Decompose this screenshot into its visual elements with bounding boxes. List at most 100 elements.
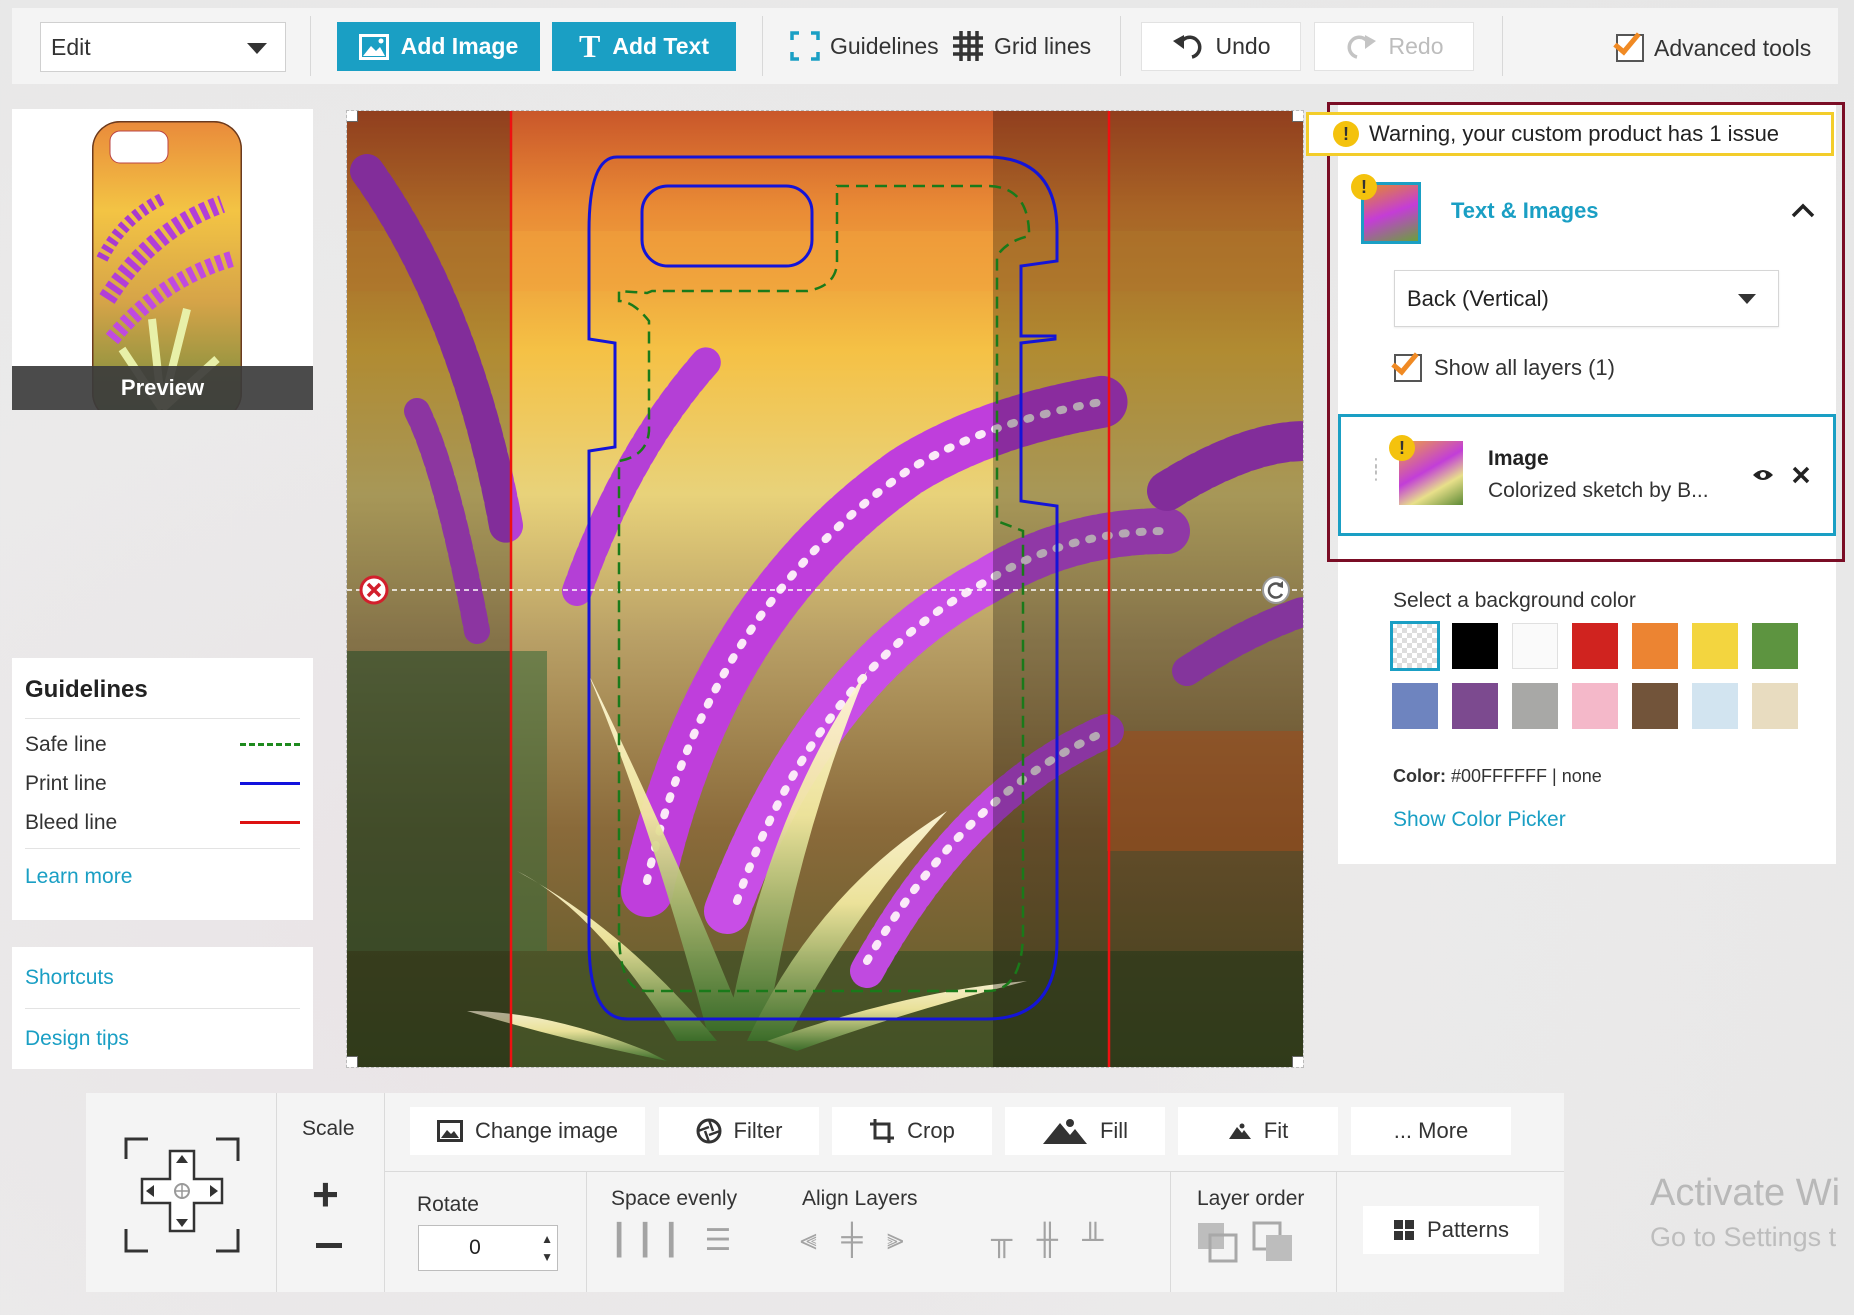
resize-handle[interactable]: [347, 111, 358, 122]
delete-layer-icon[interactable]: [359, 575, 389, 605]
show-all-layers-checkbox[interactable]: Show all layers (1): [1391, 346, 1615, 382]
design-tips-link[interactable]: Design tips: [25, 1027, 129, 1051]
rotate-label: Rotate: [417, 1193, 479, 1216]
preview-label: Preview: [12, 366, 313, 410]
rotate-input[interactable]: 0 ▲ ▼: [418, 1225, 558, 1271]
remove-layer-icon[interactable]: [1792, 466, 1810, 484]
layer-subtitle: Colorized sketch by B...: [1488, 479, 1709, 502]
color-swatch[interactable]: [1692, 683, 1738, 729]
windows-activation-watermark: Activate Wi: [1650, 1172, 1841, 1214]
undo-button[interactable]: Undo: [1141, 22, 1301, 71]
fit-button[interactable]: Fit: [1178, 1107, 1338, 1155]
color-swatch[interactable]: [1752, 683, 1798, 729]
layer-title: Image: [1488, 447, 1549, 470]
show-color-picker-link[interactable]: Show Color Picker: [1393, 808, 1566, 832]
grid-lines-toggle[interactable]: Grid lines: [952, 26, 1091, 66]
color-swatch[interactable]: [1392, 683, 1438, 729]
layer-item-image[interactable]: ⋮ ⋮ ! Image Colorized sketch by B...: [1338, 414, 1836, 536]
crop-label: Crop: [907, 1118, 955, 1143]
add-text-button[interactable]: T Add Text: [552, 22, 736, 71]
align-vertical-icons[interactable]: ╥ ╫ ╨: [991, 1223, 1111, 1257]
guidelines-toggle[interactable]: Guidelines: [790, 26, 939, 66]
image-icon: [436, 1120, 463, 1142]
learn-more-link[interactable]: Learn more: [25, 865, 132, 889]
background-swatches: [1390, 621, 1842, 733]
show-all-layers-label: Show all layers (1): [1434, 355, 1615, 380]
add-image-button[interactable]: Add Image: [337, 22, 540, 71]
resize-handle[interactable]: [347, 1056, 358, 1067]
crop-button[interactable]: Crop: [832, 1107, 992, 1155]
filter-label: Filter: [733, 1118, 783, 1143]
color-swatch[interactable]: [1452, 623, 1498, 669]
change-image-button[interactable]: Change image: [410, 1107, 645, 1155]
fill-button[interactable]: Fill: [1005, 1107, 1165, 1155]
color-swatch[interactable]: [1632, 623, 1678, 669]
grid-squares-icon: [1394, 1220, 1415, 1240]
legend-bleed-line: Bleed line: [25, 803, 300, 842]
color-swatch[interactable]: [1692, 623, 1738, 669]
distribute-icons[interactable]: ┃┃┃ ☰: [610, 1223, 739, 1258]
toolbar-divider: [1120, 16, 1121, 76]
crop-icon: [870, 1119, 895, 1143]
background-color-label: Select a background color: [1393, 589, 1636, 612]
divider: [384, 1171, 1564, 1172]
bring-forward-icon[interactable]: [1252, 1221, 1294, 1263]
drag-handle-icon[interactable]: ⋮ ⋮: [1367, 456, 1385, 482]
design-canvas[interactable]: [346, 110, 1304, 1068]
resize-handle[interactable]: [1292, 111, 1303, 122]
scale-up-icon[interactable]: +: [312, 1167, 339, 1221]
redo-button[interactable]: Redo: [1314, 22, 1474, 71]
text-images-section-header[interactable]: ! Text & Images: [1351, 174, 1854, 246]
divider: [1336, 1171, 1337, 1292]
chevron-down-icon: [1738, 294, 1756, 304]
divider: [276, 1093, 277, 1292]
preview-thumbnail[interactable]: Preview: [12, 109, 313, 410]
grid-icon: [953, 31, 983, 61]
legend-label: Bleed line: [25, 810, 118, 834]
chevron-up-icon[interactable]: [1791, 202, 1815, 218]
side-select[interactable]: Back (Vertical): [1394, 270, 1779, 327]
toolbar-divider: [310, 16, 311, 76]
warning-icon: !: [1351, 174, 1377, 200]
fit-label: Fit: [1263, 1118, 1289, 1143]
space-evenly-label: Space evenly: [611, 1187, 738, 1210]
align-horizontal-icons[interactable]: ⫷ ╪ ⫸: [800, 1223, 912, 1257]
image-icon: [358, 33, 389, 60]
patterns-button[interactable]: Patterns: [1363, 1206, 1539, 1254]
layer-order-label: Layer order: [1197, 1187, 1305, 1210]
warning-text: Warning, your custom product has 1 issue: [1369, 121, 1780, 146]
add-text-label: Add Text: [612, 33, 710, 59]
chevron-down-icon: [247, 43, 267, 54]
rotate-handle-icon[interactable]: [1261, 575, 1291, 605]
filter-button[interactable]: Filter: [659, 1107, 819, 1155]
send-backward-icon[interactable]: [1196, 1221, 1238, 1263]
color-swatch[interactable]: [1572, 623, 1618, 669]
resize-handle[interactable]: [1292, 1056, 1303, 1067]
legend-label: Safe line: [25, 732, 107, 756]
stepper-icon[interactable]: ▲ ▼: [541, 1230, 553, 1266]
advanced-tools-checkbox[interactable]: Advanced tools: [1613, 26, 1811, 68]
color-swatch[interactable]: [1572, 683, 1618, 729]
rotate-value: 0: [469, 1236, 481, 1259]
color-swatch[interactable]: [1390, 621, 1440, 671]
undo-icon: [1172, 34, 1201, 59]
mode-select[interactable]: Edit: [40, 22, 286, 72]
eye-icon[interactable]: [1752, 467, 1774, 483]
toolbar-divider: [1502, 16, 1503, 76]
guidelines-label: Guidelines: [830, 32, 939, 59]
color-swatch[interactable]: [1752, 623, 1798, 669]
color-swatch[interactable]: [1512, 683, 1558, 729]
more-button[interactable]: ... More: [1351, 1107, 1511, 1155]
guidelines-legend: Guidelines Safe line Print line Bleed li…: [12, 658, 313, 920]
color-swatch[interactable]: [1512, 623, 1558, 669]
color-swatch[interactable]: [1632, 683, 1678, 729]
mountain-icon: [1042, 1119, 1087, 1144]
shortcuts-link[interactable]: Shortcuts: [25, 966, 114, 990]
grid-lines-label: Grid lines: [994, 32, 1092, 59]
scale-down-icon[interactable]: [316, 1243, 342, 1248]
patterns-label: Patterns: [1427, 1217, 1509, 1242]
color-swatch[interactable]: [1452, 683, 1498, 729]
nudge-pad-icon[interactable]: [124, 1137, 240, 1253]
legend-safe-line: Safe line: [25, 725, 300, 764]
legend-print-line: Print line: [25, 764, 300, 803]
